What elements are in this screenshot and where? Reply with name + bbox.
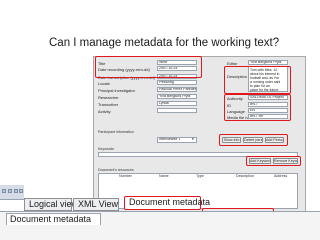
column-header-type[interactable]: Type [196,174,204,178]
highlight-title-dates [95,56,202,78]
participant-section-label: Participant information [98,130,134,134]
metadata-form: Title Write Date recording (yyyy-mm-dd) … [93,56,306,218]
locale-field[interactable]: Pessiong [157,80,197,85]
slide-title: Can I manage metadata for the working te… [49,37,280,49]
tab-xml-view[interactable]: XML View [73,198,119,211]
transcriber-field[interactable]: Lynda [157,101,197,106]
bottom-tab-document-metadata[interactable]: Document metadata [6,213,101,225]
researcher-label: Researcher [98,95,119,100]
resources-section-label: Document's resources [98,168,134,172]
toolbar-strip [0,185,24,200]
researcher-field[interactable]: Yiva Berglund Prytz [157,94,197,99]
column-header-number[interactable]: Number [119,174,132,178]
locale-label: Locale [98,81,110,86]
toolbar-icon[interactable] [8,189,12,193]
tab-logical-view[interactable]: Logical view [24,198,78,211]
highlight-authority-media [224,94,291,121]
column-header-name[interactable]: Name [159,174,169,178]
editor-field[interactable]: Yiva Berglund Prytz [248,60,288,65]
principal-investigator-field[interactable]: Pascual Pérez Paredes [157,87,197,92]
tab-document-metadata[interactable]: Document metadata [124,196,210,210]
toolbar-icon[interactable] [2,189,6,193]
participant-select[interactable]: Interviewee 1 [157,137,197,143]
activity-field[interactable] [157,108,197,113]
column-header-address[interactable]: Address [274,174,287,178]
toolbar-icon[interactable] [19,189,23,193]
principal-investigator-label: Principal investigator [98,88,135,93]
toolbar-icon[interactable] [14,189,18,193]
column-header-description[interactable]: Description [236,174,254,178]
highlight-description [224,66,291,94]
activity-label: Activity [98,109,111,114]
chevron-down-icon[interactable]: ▾ [192,137,194,142]
keywords-section-label: Keywords [98,147,114,151]
transcriber-label: Transcriber [98,102,119,107]
highlight-person-buttons [219,134,288,146]
highlight-keyword-buttons [246,156,301,166]
